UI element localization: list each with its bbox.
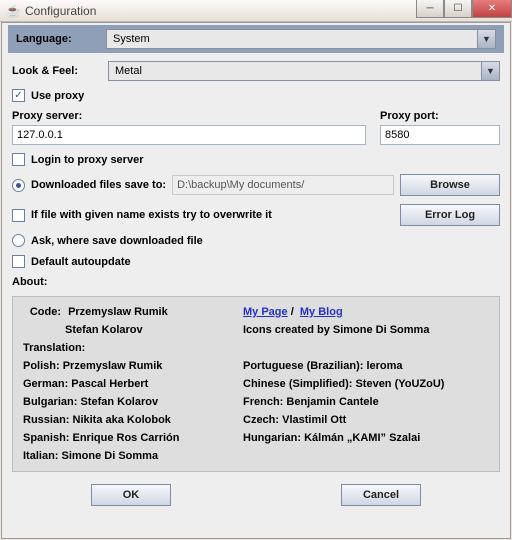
cancel-button[interactable]: Cancel [341, 484, 421, 506]
proxy-fields-row: Proxy server: Proxy port: [2, 106, 510, 149]
trans-french: French: Benjamin Cantele [243, 396, 489, 408]
login-proxy-label: Login to proxy server [31, 154, 143, 166]
translation-label: Translation: [23, 342, 243, 354]
titlebar: ☕ Configuration ─ ☐ ✕ [0, 0, 512, 22]
overwrite-row: If file with given name exists try to ov… [2, 200, 510, 230]
dialog-buttons: OK Cancel [2, 480, 510, 514]
chevron-down-icon[interactable]: ▼ [481, 62, 499, 80]
about-label: About: [2, 272, 510, 292]
lookfeel-label: Look & Feel: [12, 65, 102, 77]
autoupdate-check[interactable]: Default autoupdate [2, 251, 510, 272]
chevron-down-icon[interactable]: ▼ [477, 30, 495, 48]
my-page-link[interactable]: My Page [243, 306, 288, 318]
trans-russian: Russian: Nikita aka Kolobok [23, 414, 243, 426]
lookfeel-value: Metal [115, 65, 142, 77]
about-box: Code: Przemyslaw Rumik My Page / My Blog… [12, 296, 500, 472]
saveto-label: Downloaded files save to: [31, 179, 166, 191]
trans-hungarian: Hungarian: Kálmán „KAMI” Szalai [243, 432, 489, 444]
proxy-port-input[interactable] [380, 125, 500, 145]
autoupdate-label: Default autoupdate [31, 256, 131, 268]
code-label: Code: [23, 306, 61, 318]
language-label: Language: [16, 33, 106, 45]
trans-portuguese: Portuguese (Brazilian): leroma [243, 360, 489, 372]
close-button[interactable]: ✕ [472, 0, 512, 18]
code-author-1: Przemyslaw Rumik [68, 306, 168, 318]
proxy-server-input[interactable] [12, 125, 366, 145]
overwrite-label: If file with given name exists try to ov… [31, 209, 394, 221]
saveto-path: D:\backup\My documents/ [172, 175, 394, 195]
language-value: System [113, 33, 150, 45]
minimize-button[interactable]: ─ [416, 0, 444, 18]
checkbox-icon[interactable] [12, 153, 25, 166]
ask-save-radio[interactable] [12, 234, 25, 247]
ask-save-radio-row[interactable]: Ask, where save downloaded file [2, 230, 510, 251]
checkbox-icon[interactable]: ✓ [12, 89, 25, 102]
my-blog-link[interactable]: My Blog [300, 306, 343, 318]
trans-italian: Italian: Simone Di Somma [23, 450, 243, 462]
lookfeel-combo[interactable]: Metal ▼ [108, 61, 500, 81]
use-proxy-label: Use proxy [31, 90, 84, 102]
proxy-port-label: Proxy port: [380, 110, 500, 122]
java-icon: ☕ [6, 4, 20, 18]
errorlog-button[interactable]: Error Log [400, 204, 500, 226]
use-proxy-check[interactable]: ✓ Use proxy [2, 85, 510, 106]
checkbox-icon[interactable] [12, 255, 25, 268]
window-title: Configuration [25, 4, 96, 18]
trans-polish: Polish: Przemyslaw Rumik [23, 360, 243, 372]
saveto-radio[interactable] [12, 179, 25, 192]
trans-german: German: Pascal Herbert [23, 378, 243, 390]
link-sep: / [291, 306, 294, 318]
maximize-button[interactable]: ☐ [444, 0, 472, 18]
lookfeel-row: Look & Feel: Metal ▼ [2, 57, 510, 85]
saveto-row: Downloaded files save to: D:\backup\My d… [2, 170, 510, 200]
content-pane: Language: System ▼ Look & Feel: Metal ▼ … [1, 22, 511, 539]
code-author-2: Stefan Kolarov [65, 324, 143, 336]
language-row: Language: System ▼ [8, 25, 504, 53]
trans-bulgarian: Bulgarian: Stefan Kolarov [23, 396, 243, 408]
ok-button[interactable]: OK [91, 484, 171, 506]
ask-save-label: Ask, where save downloaded file [31, 235, 203, 247]
trans-spanish: Spanish: Enrique Ros Carrión [23, 432, 243, 444]
overwrite-checkbox[interactable] [12, 209, 25, 222]
login-proxy-check[interactable]: Login to proxy server [2, 149, 510, 170]
proxy-server-label: Proxy server: [12, 110, 366, 122]
browse-button[interactable]: Browse [400, 174, 500, 196]
trans-chinese: Chinese (Simplified): Steven (YoUZoU) [243, 378, 489, 390]
icons-credit: Icons created by Simone Di Somma [243, 324, 489, 336]
language-combo[interactable]: System ▼ [106, 29, 496, 49]
trans-czech: Czech: Vlastimil Ott [243, 414, 489, 426]
